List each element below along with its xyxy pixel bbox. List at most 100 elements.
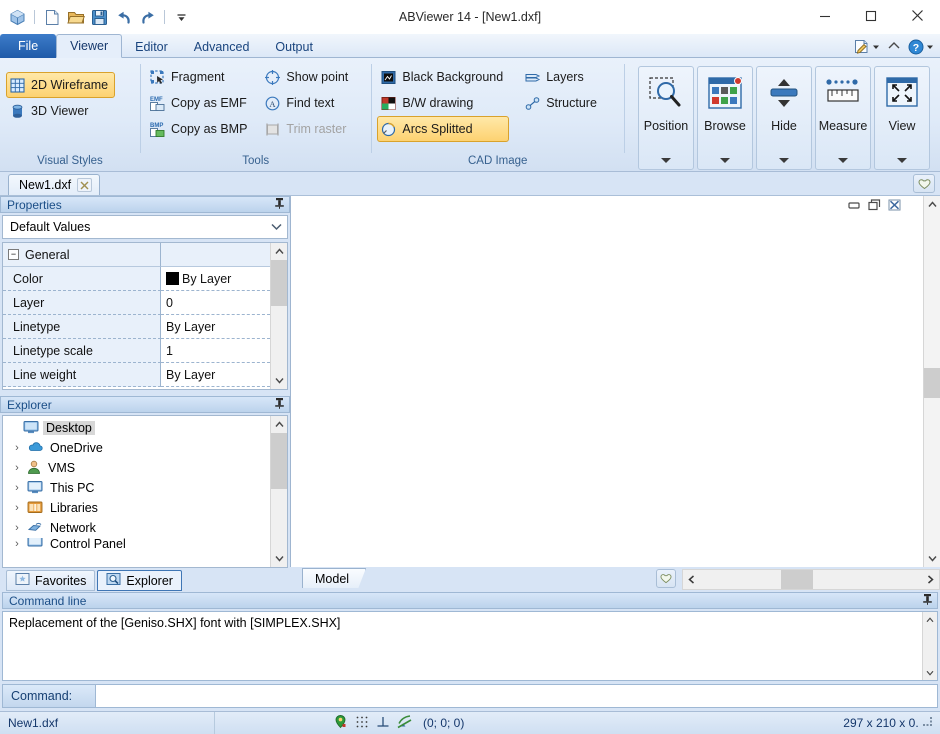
table-row[interactable]: Color By Layer (3, 267, 270, 291)
property-value-color[interactable]: By Layer (161, 267, 270, 291)
cad-canvas[interactable] (290, 196, 923, 567)
tree-expand-arrow[interactable]: › (11, 442, 23, 454)
explorer-scroll-thumb[interactable] (270, 433, 287, 489)
button-fragment[interactable]: Fragment (146, 64, 253, 90)
property-value-line-weight[interactable]: By Layer (161, 363, 270, 387)
pin-icon[interactable] (922, 593, 933, 608)
scroll-left-icon[interactable] (683, 570, 700, 589)
favorites-heart-icon[interactable] (656, 569, 676, 588)
button-find-text[interactable]: A Find text (261, 90, 354, 116)
command-output-scrollbar[interactable] (922, 612, 937, 680)
tree-expand-arrow[interactable]: › (11, 522, 23, 534)
button-3d-viewer[interactable]: 3D Viewer (6, 98, 115, 124)
canvas-hscroll-thumb[interactable] (781, 570, 813, 589)
scroll-down-icon[interactable] (924, 550, 940, 567)
new-file-icon[interactable] (41, 7, 62, 28)
tree-node-vms[interactable]: › VMS (3, 458, 270, 478)
explorer-scroll-track[interactable] (270, 433, 287, 550)
tab-output[interactable]: Output (262, 35, 326, 58)
button-show-point[interactable]: Show point (261, 64, 354, 90)
ortho-icon[interactable] (376, 715, 390, 732)
tab-favorites[interactable]: Favorites (6, 570, 96, 591)
button-position[interactable]: Position (638, 66, 695, 170)
tab-model[interactable]: Model (302, 568, 367, 588)
pin-icon[interactable] (274, 397, 285, 412)
button-trim-raster[interactable]: Trim raster (261, 116, 354, 142)
scroll-up-icon[interactable] (271, 243, 288, 260)
button-hide[interactable]: Hide (756, 66, 813, 170)
app-logo-icon[interactable] (7, 7, 28, 28)
button-browse[interactable]: Browse (697, 66, 754, 170)
table-row[interactable]: Linetype By Layer (3, 315, 270, 339)
tree-node-network[interactable]: › Network (3, 518, 270, 538)
measure-dropdown-arrow[interactable] (838, 158, 849, 163)
table-row[interactable]: Line weight By Layer (3, 363, 270, 387)
customize-quick-access-icon[interactable] (171, 7, 192, 28)
button-2d-wireframe[interactable]: 2D Wireframe (6, 72, 116, 98)
properties-scroll-track[interactable] (270, 260, 287, 372)
tree-node-control-panel[interactable]: › Control Panel (3, 538, 270, 549)
scroll-up-icon[interactable] (271, 416, 288, 433)
view-dropdown-arrow[interactable] (897, 158, 908, 163)
open-file-icon[interactable] (65, 7, 86, 28)
tree-node-this-pc[interactable]: › This PC (3, 478, 270, 498)
table-row[interactable]: Layer 0 (3, 291, 270, 315)
browse-dropdown-arrow[interactable] (720, 158, 731, 163)
polar-tracking-icon[interactable] (397, 714, 413, 732)
tab-advanced[interactable]: Advanced (181, 35, 263, 58)
button-copy-as-emf[interactable]: EMF Copy as EMF (146, 90, 253, 116)
button-copy-as-bmp[interactable]: BMP Copy as BMP (146, 116, 253, 142)
document-tab-new1[interactable]: New1.dxf (8, 174, 101, 195)
canvas-hscroll-track[interactable] (700, 570, 922, 589)
position-dropdown-arrow[interactable] (661, 158, 672, 163)
grid-snap-icon[interactable] (355, 715, 369, 732)
tab-file[interactable]: File (0, 34, 57, 58)
scroll-down-icon[interactable] (271, 372, 288, 389)
properties-scrollbar[interactable] (270, 243, 287, 389)
mdi-restore-button[interactable] (868, 199, 881, 214)
close-icon[interactable] (77, 178, 93, 192)
canvas-scroll-track[interactable] (923, 213, 940, 550)
canvas-horizontal-scrollbar[interactable] (682, 569, 940, 590)
tree-node-desktop[interactable]: Desktop (3, 418, 270, 438)
scroll-up-icon[interactable] (923, 612, 938, 627)
scroll-down-icon[interactable] (923, 665, 938, 680)
help-icon[interactable]: ? (908, 39, 934, 55)
signature-pen-icon[interactable] (853, 39, 880, 55)
collapse-icon[interactable]: − (8, 249, 19, 260)
button-view[interactable]: View (874, 66, 931, 170)
mdi-minimize-button[interactable] (848, 200, 861, 214)
chevron-down-icon[interactable] (270, 220, 283, 234)
tree-expand-arrow[interactable]: › (11, 502, 23, 514)
save-file-icon[interactable] (89, 7, 110, 28)
command-input[interactable] (96, 684, 938, 708)
resize-grip-icon[interactable] (922, 716, 932, 726)
button-layers[interactable]: Layers (521, 64, 603, 90)
scroll-down-icon[interactable] (271, 550, 288, 567)
mdi-close-button[interactable] (888, 199, 901, 214)
redo-icon[interactable] (137, 7, 158, 28)
canvas-scroll-thumb[interactable] (923, 368, 940, 398)
button-black-background[interactable]: Black Background (377, 64, 509, 90)
tree-expand-arrow[interactable]: › (11, 482, 23, 494)
tree-node-onedrive[interactable]: › OneDrive (3, 438, 270, 458)
pin-icon[interactable] (274, 197, 285, 212)
close-button[interactable] (894, 0, 940, 31)
property-group-row[interactable]: − General (3, 243, 270, 267)
tree-expand-arrow[interactable]: › (11, 462, 23, 474)
explorer-scrollbar[interactable] (270, 416, 287, 567)
property-value-layer[interactable]: 0 (161, 291, 270, 315)
collapse-ribbon-icon[interactable] (887, 40, 901, 55)
osnap-icon[interactable] (333, 714, 348, 732)
minimize-button[interactable] (802, 0, 848, 31)
button-measure[interactable]: Measure (815, 66, 872, 170)
favorites-heart-icon[interactable] (913, 174, 935, 193)
table-row[interactable]: Linetype scale 1 (3, 339, 270, 363)
command-output-scroll-track[interactable] (923, 627, 938, 665)
button-structure[interactable]: Structure (521, 90, 603, 116)
button-arcs-splitted[interactable]: Arcs Splitted (377, 116, 510, 142)
scroll-up-icon[interactable] (924, 196, 940, 213)
tree-expand-arrow[interactable]: › (11, 538, 23, 549)
scroll-right-icon[interactable] (922, 570, 939, 589)
properties-selector[interactable]: Default Values (2, 215, 288, 239)
